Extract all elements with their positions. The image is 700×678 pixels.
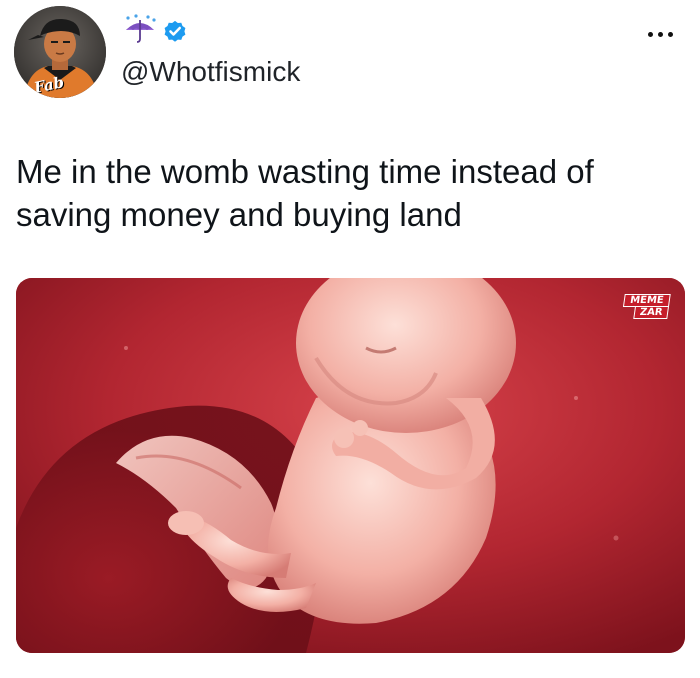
fetus-illustration (16, 278, 685, 653)
tweet-text-line: Me in the womb wasting time instead of (16, 153, 594, 190)
more-options-button[interactable] (636, 22, 684, 46)
more-horizontal-icon (657, 31, 663, 37)
tweet-text: Me in the womb wasting time instead of s… (16, 150, 676, 236)
umbrella-with-rain-icon (126, 14, 156, 43)
user-handle[interactable]: @Whotfismick (121, 56, 300, 88)
tweet-text-line: saving money and buying land (16, 196, 462, 233)
tweet-media-image[interactable]: MEME ZAR (16, 278, 685, 653)
more-horizontal-icon (647, 31, 653, 37)
more-horizontal-icon (667, 31, 673, 37)
watermark-line2: ZAR (633, 306, 670, 319)
watermark-logo: MEME ZAR (621, 294, 671, 319)
avatar[interactable]: Fab (14, 6, 106, 98)
verified-badge-icon (164, 20, 186, 42)
